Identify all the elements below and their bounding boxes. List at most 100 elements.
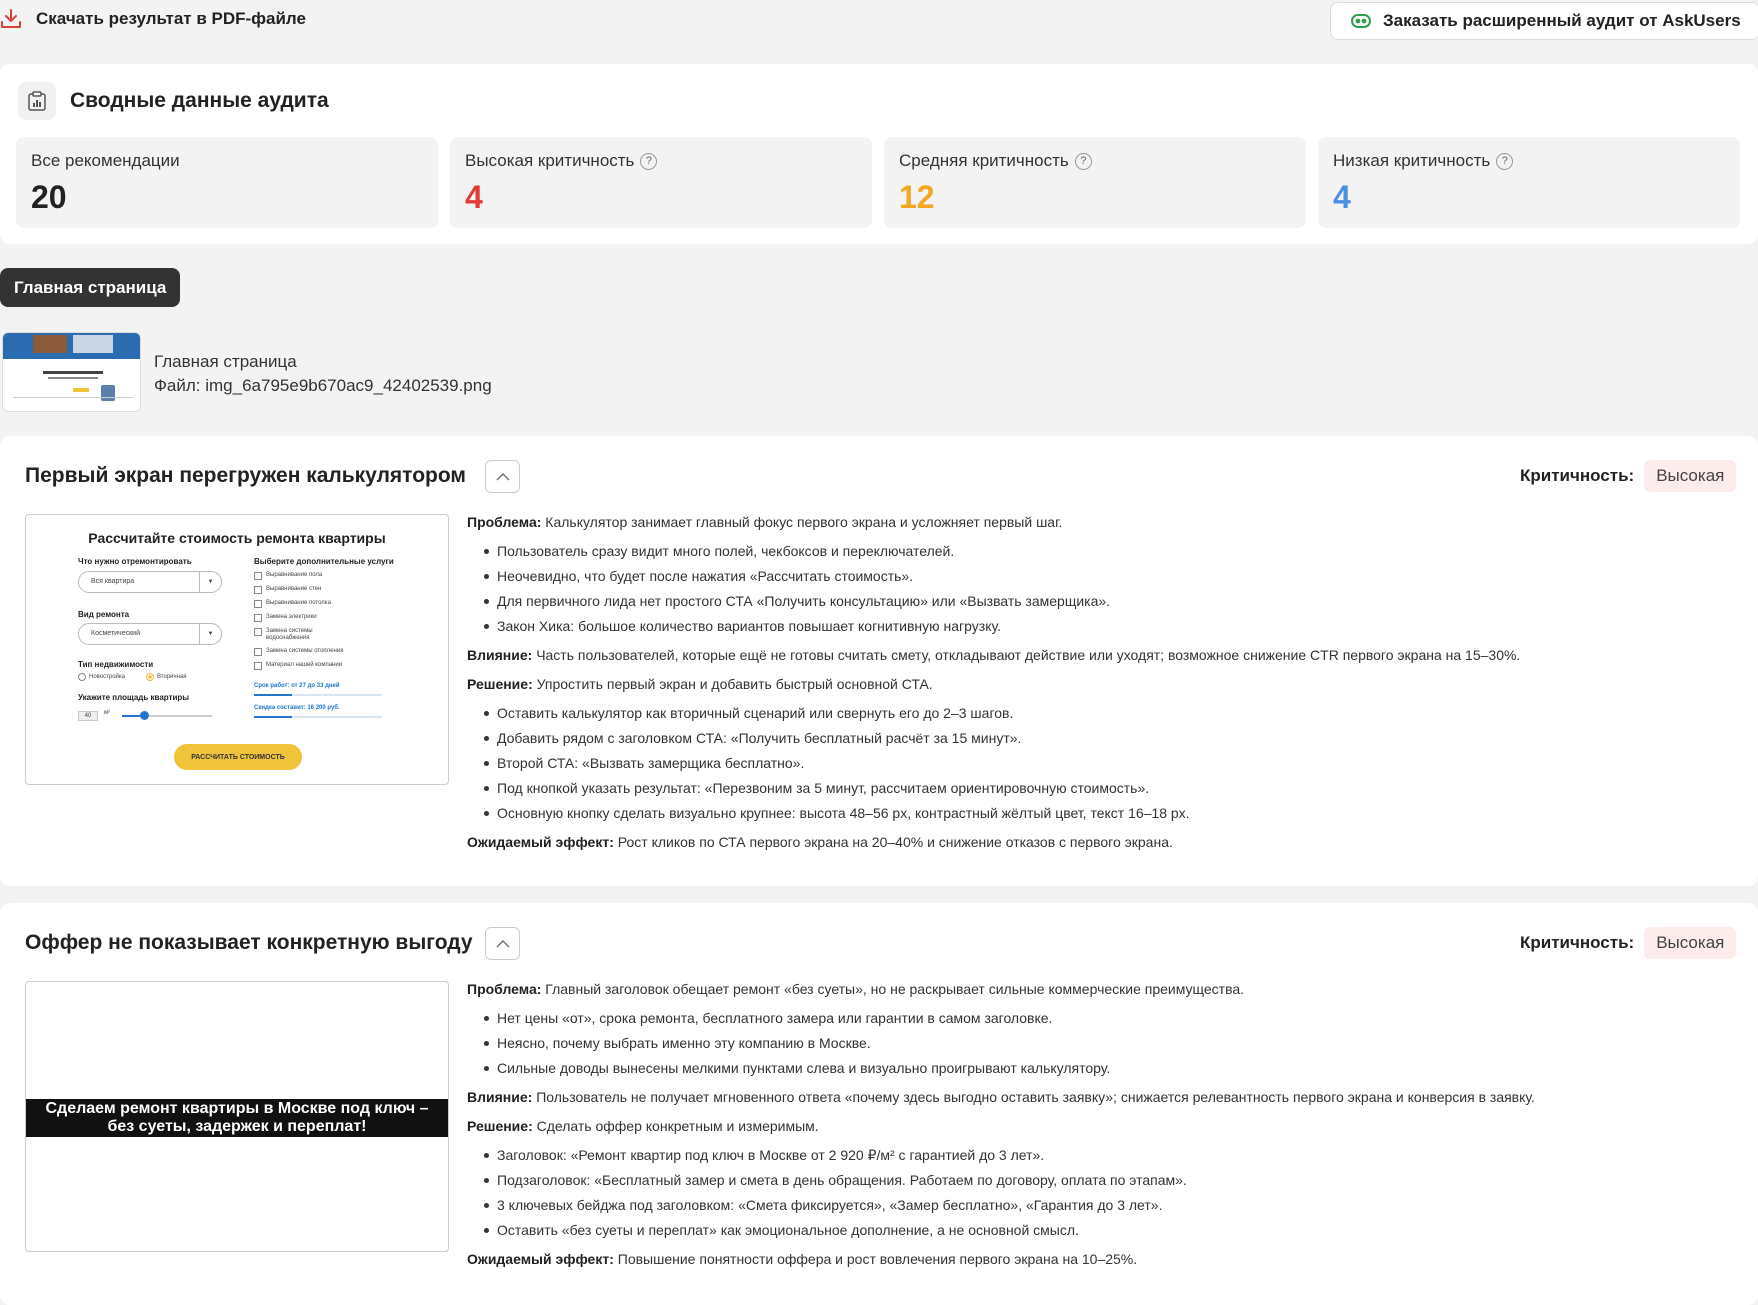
- recommendation-title: Первый экран перегружен калькулятором: [25, 464, 466, 487]
- list-item: Для первичного лида нет простого СТА «По…: [484, 589, 1737, 614]
- recommendation-card: Первый экран перегружен калькулятором Кр…: [0, 436, 1758, 886]
- criticality-label: Критичность:: [1520, 466, 1635, 485]
- calc-checkbox: Материал нашей компании: [254, 662, 342, 670]
- stat-label: Высокая критичность: [465, 151, 635, 170]
- tab-main-page[interactable]: Главная страница: [0, 268, 181, 307]
- problem-label: Проблема:: [467, 514, 542, 530]
- list-item: Заголовок: «Ремонт квартир под ключ в Мо…: [484, 1143, 1737, 1168]
- stat-label: Средняя критичность: [899, 151, 1069, 170]
- recommendation-card: Оффер не показывает конкретную выгоду Кр…: [0, 903, 1758, 1305]
- order-audit-button[interactable]: Заказать расширенный аудит от AskUsers: [1330, 2, 1758, 40]
- calc-checkbox-label: Выравнивание пола: [266, 572, 323, 578]
- calc-checkbox-label: Выравнивание потолка: [266, 600, 331, 606]
- calc-checkbox: Выравнивание стен: [254, 586, 321, 594]
- offer-screenshot[interactable]: Сделаем ремонт квартиры в Москве под клю…: [25, 981, 449, 1252]
- offer-headline-strip: Сделаем ремонт квартиры в Москве под клю…: [26, 1099, 448, 1137]
- effect-text: Повышение понятности оффера и рост вовле…: [617, 1251, 1138, 1267]
- problem-list: Нет цены «от», срока ремонта, бесплатног…: [467, 1006, 1737, 1081]
- calc-checkbox-label: Замена электрики: [266, 614, 317, 620]
- solution-paragraph: Решение: Упростить первый экран и добави…: [467, 672, 1737, 697]
- recommendation-description: Проблема: Калькулятор занимает главный ф…: [467, 510, 1737, 859]
- list-item: Нет цены «от», срока ремонта, бесплатног…: [484, 1006, 1737, 1031]
- solution-list: Оставить калькулятор как вторичный сцена…: [467, 701, 1737, 826]
- criticality-badge: Высокая: [1644, 927, 1737, 959]
- problem-list: Пользователь сразу видит много полей, че…: [467, 539, 1737, 639]
- problem-label: Проблема:: [467, 981, 542, 997]
- calc-estate-label: Тип недвижимости: [78, 660, 154, 669]
- impact-label: Влияние:: [467, 1089, 533, 1105]
- problem-text: Главный заголовок обещает ремонт «без су…: [545, 981, 1245, 997]
- chevron-up-icon: [495, 939, 510, 948]
- calculator-screenshot[interactable]: Рассчитайте стоимость ремонта квартиры Ч…: [25, 514, 449, 785]
- solution-paragraph: Решение: Сделать оффер конкретным и изме…: [467, 1114, 1737, 1139]
- stat-label: Низкая критичность: [1333, 151, 1491, 170]
- calculator-preview: Рассчитайте стоимость ремонта квартиры Ч…: [26, 515, 448, 784]
- file-name: Файл: img_6a795e9b670ac9_42402539.png: [154, 376, 492, 395]
- list-item: Основную кнопку сделать визуально крупне…: [484, 801, 1737, 826]
- calc-checkbox-label: Материал нашей компании: [266, 662, 343, 668]
- summary-title: Сводные данные аудита: [70, 89, 329, 112]
- effect-label: Ожидаемый эффект:: [467, 1251, 614, 1267]
- calc-type-label: Вид ремонта: [78, 610, 130, 619]
- file-page-name: Главная страница: [154, 352, 297, 371]
- help-icon[interactable]: ?: [640, 152, 658, 170]
- problem-paragraph: Проблема: Калькулятор занимает главный ф…: [467, 510, 1737, 535]
- stat-value: 4: [1333, 179, 1351, 215]
- effect-text: Рост кликов по СТА первого экрана на 20–…: [617, 834, 1173, 850]
- calc-checkbox-label: Замена системы водоснабжения: [266, 628, 313, 641]
- stat-value: 20: [31, 179, 67, 215]
- criticality-label: Критичность:: [1520, 933, 1635, 952]
- calc-checkbox: Выравнивание пола: [254, 572, 322, 580]
- download-pdf-link[interactable]: Скачать результат в PDF-файле: [0, 8, 306, 30]
- audit-summary-panel: Сводные данные аудита Все рекомендации 2…: [0, 64, 1758, 244]
- help-icon[interactable]: ?: [1074, 152, 1092, 170]
- calc-discount-bar: [254, 716, 382, 718]
- list-item: 3 ключевых бейджа под заголовком: «Смета…: [484, 1193, 1737, 1218]
- chevron-down-icon: ▼: [199, 572, 221, 592]
- effect-label: Ожидаемый эффект:: [467, 834, 614, 850]
- file-info-row: Главная страница Файл: img_6a795e9b670ac…: [2, 332, 492, 412]
- summary-stats: Все рекомендации 20 Высокая критичность?…: [16, 137, 1740, 228]
- impact-text: Часть пользователей, которые ещё не гото…: [536, 647, 1521, 663]
- chevron-down-icon: ▼: [199, 624, 221, 644]
- help-icon[interactable]: ?: [1496, 152, 1514, 170]
- calc-checkbox-label: Выравнивание стен: [266, 586, 322, 592]
- page-thumbnail[interactable]: [2, 332, 141, 412]
- calc-discount: Скидка составит: 16 200 руб.: [254, 705, 340, 711]
- solution-list: Заголовок: «Ремонт квартир под ключ в Мо…: [467, 1143, 1737, 1243]
- offer-line-1: Сделаем ремонт квартиры в Москве под клю…: [45, 1100, 429, 1117]
- calc-submit-button: РАССЧИТАТЬ СТОИМОСТЬ: [174, 744, 302, 770]
- clipboard-chart-icon: [18, 82, 56, 120]
- stat-label: Все рекомендации: [31, 151, 180, 170]
- calc-checkbox-label: Замена системы отопления: [266, 648, 344, 654]
- calc-what-label: Что нужно отремонтировать: [78, 557, 192, 566]
- calc-radio-secondary-label: Вторичная: [157, 674, 187, 680]
- list-item: Оставить калькулятор как вторичный сцена…: [484, 701, 1737, 726]
- calc-type-select: Косметический ▼: [78, 623, 222, 645]
- effect-paragraph: Ожидаемый эффект: Повышение понятности о…: [467, 1247, 1737, 1272]
- impact-label: Влияние:: [467, 647, 533, 663]
- impact-text: Пользователь не получает мгновенного отв…: [536, 1089, 1535, 1105]
- list-item: Неочевидно, что будет после нажатия «Рас…: [484, 564, 1737, 589]
- calc-checkbox: Замена электрики: [254, 614, 317, 622]
- list-item: Подзаголовок: «Бесплатный замер и смета …: [484, 1168, 1737, 1193]
- stat-value: 12: [899, 179, 935, 215]
- collapse-button[interactable]: [485, 927, 520, 960]
- calc-term: Срок работ: от 27 до 33 дней: [254, 683, 340, 689]
- collapse-button[interactable]: [485, 460, 520, 493]
- calc-type-value: Косметический: [91, 630, 140, 637]
- criticality-indicator: Критичность: Высокая: [1520, 927, 1737, 959]
- slider-handle: [140, 711, 149, 720]
- offer-line-2: без суеты, задержек и переплат!: [107, 1118, 367, 1135]
- calc-checkbox: Замена системы водоснабжения: [254, 628, 354, 642]
- calc-area-label: Укажите площадь квартиры: [78, 693, 190, 702]
- list-item: Добавить рядом с заголовком СТА: «Получи…: [484, 726, 1737, 751]
- list-item: Оставить «без суеты и переплат» как эмоц…: [484, 1218, 1737, 1243]
- solution-label: Решение:: [467, 676, 533, 692]
- stat-medium-criticality: Средняя критичность? 12: [884, 137, 1306, 228]
- stat-high-criticality: Высокая критичность? 4: [450, 137, 872, 228]
- list-item: Неясно, почему выбрать именно эту компан…: [484, 1031, 1737, 1056]
- order-audit-label: Заказать расширенный аудит от AskUsers: [1383, 11, 1741, 30]
- recommendation-description: Проблема: Главный заголовок обещает ремо…: [467, 977, 1737, 1276]
- stat-low-criticality: Низкая критичность? 4: [1318, 137, 1740, 228]
